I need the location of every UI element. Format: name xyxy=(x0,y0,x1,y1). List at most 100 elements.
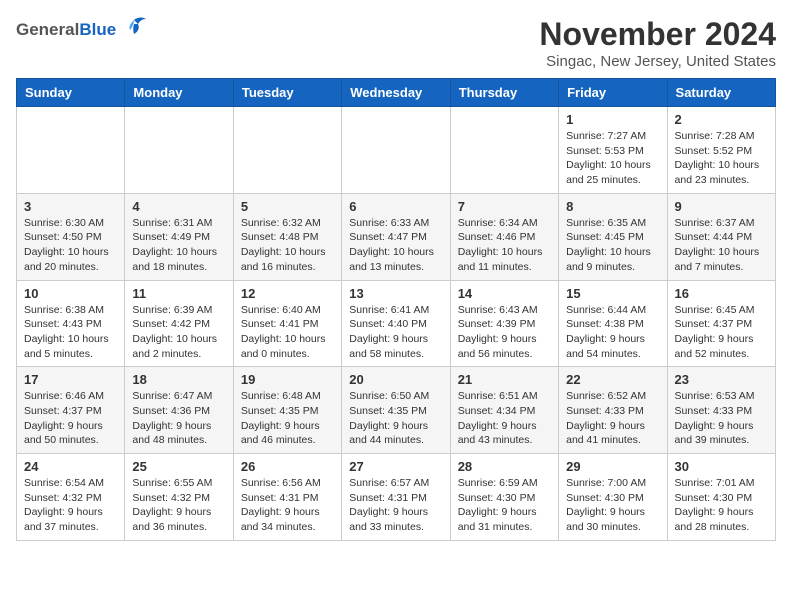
calendar-cell: 12 Sunrise: 6:40 AM Sunset: 4:41 PM Dayli… xyxy=(233,280,341,367)
cell-info: Sunrise: 6:50 AM Sunset: 4:35 PM Dayligh… xyxy=(349,389,442,448)
calendar-cell: 15 Sunrise: 6:44 AM Sunset: 4:38 PM Dayli… xyxy=(559,280,667,367)
calendar-cell xyxy=(125,107,233,194)
day-number: 13 xyxy=(349,286,442,301)
day-number: 27 xyxy=(349,459,442,474)
day-number: 19 xyxy=(241,372,334,387)
calendar-cell: 1 Sunrise: 7:27 AM Sunset: 5:53 PM Daylig… xyxy=(559,107,667,194)
day-number: 2 xyxy=(675,112,768,127)
calendar-cell: 19 Sunrise: 6:48 AM Sunset: 4:35 PM Dayli… xyxy=(233,367,341,454)
weekday-header: Tuesday xyxy=(233,79,341,107)
cell-info: Sunrise: 6:59 AM Sunset: 4:30 PM Dayligh… xyxy=(458,476,551,535)
cell-info: Sunrise: 6:56 AM Sunset: 4:31 PM Dayligh… xyxy=(241,476,334,535)
cell-info: Sunrise: 6:39 AM Sunset: 4:42 PM Dayligh… xyxy=(132,303,225,362)
cell-info: Sunrise: 6:37 AM Sunset: 4:44 PM Dayligh… xyxy=(675,216,768,275)
calendar-cell: 5 Sunrise: 6:32 AM Sunset: 4:48 PM Daylig… xyxy=(233,193,341,280)
calendar-cell xyxy=(342,107,450,194)
location-title: Singac, New Jersey, United States xyxy=(539,53,776,70)
calendar-cell: 4 Sunrise: 6:31 AM Sunset: 4:49 PM Daylig… xyxy=(125,193,233,280)
calendar-cell: 28 Sunrise: 6:59 AM Sunset: 4:30 PM Dayli… xyxy=(450,454,558,541)
day-number: 4 xyxy=(132,199,225,214)
day-number: 16 xyxy=(675,286,768,301)
logo: GeneralBlue xyxy=(16,16,148,43)
day-number: 18 xyxy=(132,372,225,387)
cell-info: Sunrise: 7:00 AM Sunset: 4:30 PM Dayligh… xyxy=(566,476,659,535)
day-number: 1 xyxy=(566,112,659,127)
calendar-cell: 21Sunrise: 6:51 AM Sunset: 4:34 PM Dayli… xyxy=(450,367,558,454)
cell-info: Sunrise: 6:44 AM Sunset: 4:38 PM Dayligh… xyxy=(566,303,659,362)
day-number: 24 xyxy=(24,459,117,474)
calendar-week-row: 1 Sunrise: 7:27 AM Sunset: 5:53 PM Daylig… xyxy=(17,107,776,194)
calendar-week-row: 17Sunrise: 6:46 AM Sunset: 4:37 PM Dayli… xyxy=(17,367,776,454)
calendar-cell xyxy=(17,107,125,194)
day-number: 5 xyxy=(241,199,334,214)
calendar-cell: 18 Sunrise: 6:47 AM Sunset: 4:36 PM Dayli… xyxy=(125,367,233,454)
calendar-cell: 8 Sunrise: 6:35 AM Sunset: 4:45 PM Daylig… xyxy=(559,193,667,280)
cell-info: Sunrise: 6:57 AM Sunset: 4:31 PM Dayligh… xyxy=(349,476,442,535)
day-number: 10 xyxy=(24,286,117,301)
calendar-week-row: 3 Sunrise: 6:30 AM Sunset: 4:50 PM Daylig… xyxy=(17,193,776,280)
cell-info: Sunrise: 6:51 AM Sunset: 4:34 PM Dayligh… xyxy=(458,389,551,448)
calendar-cell: 25Sunrise: 6:55 AM Sunset: 4:32 PM Dayli… xyxy=(125,454,233,541)
day-number: 6 xyxy=(349,199,442,214)
cell-info: Sunrise: 6:31 AM Sunset: 4:49 PM Dayligh… xyxy=(132,216,225,275)
logo-text: GeneralBlue xyxy=(16,20,116,40)
cell-info: Sunrise: 7:28 AM Sunset: 5:52 PM Dayligh… xyxy=(675,129,768,188)
cell-info: Sunrise: 6:33 AM Sunset: 4:47 PM Dayligh… xyxy=(349,216,442,275)
weekday-header: Thursday xyxy=(450,79,558,107)
cell-info: Sunrise: 6:45 AM Sunset: 4:37 PM Dayligh… xyxy=(675,303,768,362)
day-number: 11 xyxy=(132,286,225,301)
weekday-header: Sunday xyxy=(17,79,125,107)
day-number: 28 xyxy=(458,459,551,474)
cell-info: Sunrise: 6:40 AM Sunset: 4:41 PM Dayligh… xyxy=(241,303,334,362)
calendar-cell: 17Sunrise: 6:46 AM Sunset: 4:37 PM Dayli… xyxy=(17,367,125,454)
cell-info: Sunrise: 6:35 AM Sunset: 4:45 PM Dayligh… xyxy=(566,216,659,275)
page-header: GeneralBlue November 2024 Singac, New Je… xyxy=(16,16,776,70)
day-number: 3 xyxy=(24,199,117,214)
day-number: 20 xyxy=(349,372,442,387)
day-number: 22 xyxy=(566,372,659,387)
calendar-cell: 10 Sunrise: 6:38 AM Sunset: 4:43 PM Dayli… xyxy=(17,280,125,367)
cell-info: Sunrise: 6:46 AM Sunset: 4:37 PM Dayligh… xyxy=(24,389,117,448)
calendar-cell: 16 Sunrise: 6:45 AM Sunset: 4:37 PM Dayli… xyxy=(667,280,775,367)
calendar-cell: 27 Sunrise: 6:57 AM Sunset: 4:31 PM Dayli… xyxy=(342,454,450,541)
weekday-header: Friday xyxy=(559,79,667,107)
calendar-week-row: 24 Sunrise: 6:54 AM Sunset: 4:32 PM Dayli… xyxy=(17,454,776,541)
cell-info: Sunrise: 6:38 AM Sunset: 4:43 PM Dayligh… xyxy=(24,303,117,362)
calendar-cell: 2 Sunrise: 7:28 AM Sunset: 5:52 PM Daylig… xyxy=(667,107,775,194)
calendar-cell: 23Sunrise: 6:53 AM Sunset: 4:33 PM Dayli… xyxy=(667,367,775,454)
cell-info: Sunrise: 7:27 AM Sunset: 5:53 PM Dayligh… xyxy=(566,129,659,188)
day-number: 30 xyxy=(675,459,768,474)
cell-info: Sunrise: 6:52 AM Sunset: 4:33 PM Dayligh… xyxy=(566,389,659,448)
cell-info: Sunrise: 6:32 AM Sunset: 4:48 PM Dayligh… xyxy=(241,216,334,275)
cell-info: Sunrise: 6:47 AM Sunset: 4:36 PM Dayligh… xyxy=(132,389,225,448)
day-number: 12 xyxy=(241,286,334,301)
calendar-cell: 14 Sunrise: 6:43 AM Sunset: 4:39 PM Dayli… xyxy=(450,280,558,367)
calendar-table: SundayMondayTuesdayWednesdayThursdayFrid… xyxy=(16,78,776,541)
calendar-cell: 22 Sunrise: 6:52 AM Sunset: 4:33 PM Dayli… xyxy=(559,367,667,454)
cell-info: Sunrise: 6:41 AM Sunset: 4:40 PM Dayligh… xyxy=(349,303,442,362)
logo-bird-icon xyxy=(120,16,148,43)
day-number: 9 xyxy=(675,199,768,214)
calendar-cell: 30Sunrise: 7:01 AM Sunset: 4:30 PM Dayli… xyxy=(667,454,775,541)
weekday-header: Saturday xyxy=(667,79,775,107)
weekday-header: Wednesday xyxy=(342,79,450,107)
day-number: 15 xyxy=(566,286,659,301)
calendar-cell: 9 Sunrise: 6:37 AM Sunset: 4:44 PM Daylig… xyxy=(667,193,775,280)
cell-info: Sunrise: 6:54 AM Sunset: 4:32 PM Dayligh… xyxy=(24,476,117,535)
day-number: 14 xyxy=(458,286,551,301)
weekday-header: Monday xyxy=(125,79,233,107)
day-number: 26 xyxy=(241,459,334,474)
calendar-cell: 20 Sunrise: 6:50 AM Sunset: 4:35 PM Dayli… xyxy=(342,367,450,454)
calendar-cell: 13 Sunrise: 6:41 AM Sunset: 4:40 PM Dayli… xyxy=(342,280,450,367)
cell-info: Sunrise: 6:30 AM Sunset: 4:50 PM Dayligh… xyxy=(24,216,117,275)
day-number: 8 xyxy=(566,199,659,214)
cell-info: Sunrise: 6:55 AM Sunset: 4:32 PM Dayligh… xyxy=(132,476,225,535)
title-area: November 2024 Singac, New Jersey, United… xyxy=(539,16,776,70)
calendar-cell xyxy=(450,107,558,194)
cell-info: Sunrise: 6:48 AM Sunset: 4:35 PM Dayligh… xyxy=(241,389,334,448)
cell-info: Sunrise: 6:53 AM Sunset: 4:33 PM Dayligh… xyxy=(675,389,768,448)
cell-info: Sunrise: 6:43 AM Sunset: 4:39 PM Dayligh… xyxy=(458,303,551,362)
calendar-cell: 24 Sunrise: 6:54 AM Sunset: 4:32 PM Dayli… xyxy=(17,454,125,541)
calendar-cell: 11 Sunrise: 6:39 AM Sunset: 4:42 PM Dayli… xyxy=(125,280,233,367)
calendar-week-row: 10 Sunrise: 6:38 AM Sunset: 4:43 PM Dayli… xyxy=(17,280,776,367)
